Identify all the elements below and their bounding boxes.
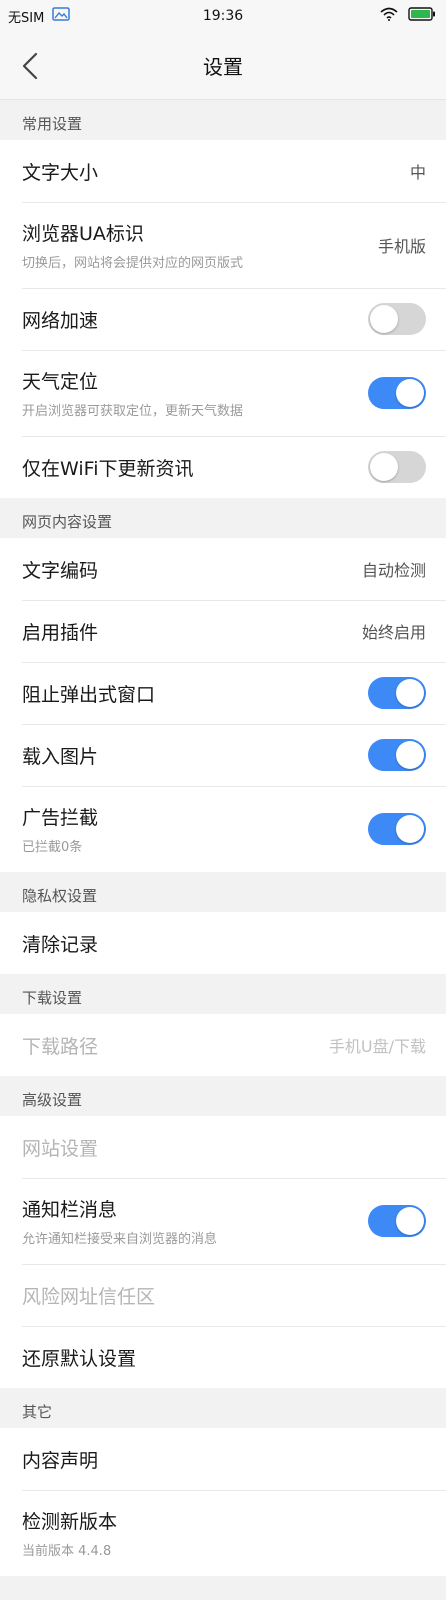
- wifi-only-toggle[interactable]: [368, 451, 426, 483]
- wifi-icon: [380, 7, 398, 25]
- risky-trust-label: 风险网址信任区: [22, 1285, 156, 1308]
- clear-history-label: 清除记录: [22, 933, 99, 956]
- encoding-value: 自动检测: [361, 561, 426, 580]
- group-download: 下载路径 手机U盘/下载: [0, 1014, 446, 1076]
- battery-icon: [408, 7, 436, 25]
- font-size-value: 中: [409, 163, 426, 182]
- load-images-row: 载入图片: [0, 724, 446, 786]
- content-statement-row[interactable]: 内容声明: [0, 1428, 446, 1490]
- weather-location-row: 天气定位 开启浏览器可获取定位，更新天气数据: [0, 350, 446, 436]
- network-accel-toggle[interactable]: [368, 303, 426, 335]
- section-header-download: 下载设置: [0, 974, 446, 1014]
- download-path-value: 手机U盘/下载: [328, 1037, 426, 1056]
- weather-location-subtitle: 开启浏览器可获取定位，更新天气数据: [22, 404, 244, 419]
- notifications-label: 通知栏消息: [22, 1199, 118, 1221]
- restore-defaults-row[interactable]: 还原默认设置: [0, 1326, 446, 1388]
- download-path-label: 下载路径: [22, 1035, 99, 1058]
- block-popups-toggle[interactable]: [368, 677, 426, 709]
- notifications-toggle[interactable]: [368, 1205, 426, 1237]
- notifications-subtitle: 允许通知栏接受来自浏览器的消息: [22, 1232, 218, 1247]
- block-popups-label: 阻止弹出式窗口: [22, 683, 156, 706]
- section-header-privacy: 隐私权设置: [0, 872, 446, 912]
- load-images-label: 载入图片: [22, 745, 99, 768]
- chevron-left-icon[interactable]: [16, 48, 44, 84]
- restore-defaults-label: 还原默认设置: [22, 1347, 137, 1370]
- group-privacy: 清除记录: [0, 912, 446, 974]
- risky-trust-row: 风险网址信任区: [0, 1264, 446, 1326]
- ad-block-toggle[interactable]: [368, 813, 426, 845]
- clear-history-row[interactable]: 清除记录: [0, 912, 446, 974]
- site-settings-label: 网站设置: [22, 1137, 99, 1160]
- ad-block-label: 广告拦截: [22, 807, 99, 829]
- ad-block-subtitle: 已拦截0条: [22, 840, 83, 855]
- version-subtitle: 当前版本 4.4.8: [22, 1544, 112, 1559]
- ua-value: 手机版: [377, 237, 426, 256]
- section-header-advanced: 高级设置: [0, 1076, 446, 1116]
- nav-bar: 设置: [0, 32, 446, 100]
- ad-block-row: 广告拦截 已拦截0条: [0, 786, 446, 872]
- plugins-label: 启用插件: [22, 621, 99, 644]
- page-title: 设置: [203, 55, 243, 79]
- image-icon: [52, 7, 71, 25]
- section-header-web-content: 网页内容设置: [0, 498, 446, 538]
- group-common: 文字大小 中 浏览器UA标识 切换后，网站将会提供对应的网页版式 手机版 网络加…: [0, 140, 446, 498]
- carrier-label: 无SIM: [8, 10, 45, 26]
- content-statement-label: 内容声明: [22, 1449, 99, 1472]
- block-popups-row: 阻止弹出式窗口: [0, 662, 446, 724]
- weather-location-label: 天气定位: [22, 371, 99, 393]
- check-update-row[interactable]: 检测新版本 当前版本 4.4.8: [0, 1490, 446, 1576]
- wifi-only-label: 仅在WiFi下更新资讯: [22, 457, 194, 480]
- load-images-toggle[interactable]: [368, 739, 426, 771]
- encoding-row[interactable]: 文字编码 自动检测: [0, 538, 446, 600]
- group-advanced: 网站设置 通知栏消息 允许通知栏接受来自浏览器的消息 风险网址信任区 还原默认设…: [0, 1116, 446, 1388]
- network-accel-row: 网络加速: [0, 288, 446, 350]
- encoding-label: 文字编码: [22, 559, 99, 582]
- weather-location-toggle[interactable]: [368, 377, 426, 409]
- group-other: 内容声明 检测新版本 当前版本 4.4.8: [0, 1428, 446, 1576]
- plugins-value: 始终启用: [361, 623, 426, 642]
- wifi-only-row: 仅在WiFi下更新资讯: [0, 436, 446, 498]
- download-path-row: 下载路径 手机U盘/下载: [0, 1014, 446, 1076]
- notifications-row: 通知栏消息 允许通知栏接受来自浏览器的消息: [0, 1178, 446, 1264]
- check-update-label: 检测新版本: [22, 1511, 118, 1533]
- ua-subtitle: 切换后，网站将会提供对应的网页版式: [22, 256, 244, 271]
- network-accel-label: 网络加速: [22, 309, 99, 332]
- site-settings-row: 网站设置: [0, 1116, 446, 1178]
- status-bar: 无SIM 19:36: [0, 0, 446, 32]
- ua-label: 浏览器UA标识: [22, 223, 144, 245]
- group-web-content: 文字编码 自动检测 启用插件 始终启用 阻止弹出式窗口 载入图片 广告拦截 已拦…: [0, 538, 446, 872]
- font-size-row[interactable]: 文字大小 中: [0, 140, 446, 202]
- section-header-common: 常用设置: [0, 100, 446, 140]
- plugins-row[interactable]: 启用插件 始终启用: [0, 600, 446, 662]
- font-size-label: 文字大小: [22, 161, 99, 184]
- section-header-other: 其它: [0, 1388, 446, 1428]
- ua-row[interactable]: 浏览器UA标识 切换后，网站将会提供对应的网页版式 手机版: [0, 202, 446, 288]
